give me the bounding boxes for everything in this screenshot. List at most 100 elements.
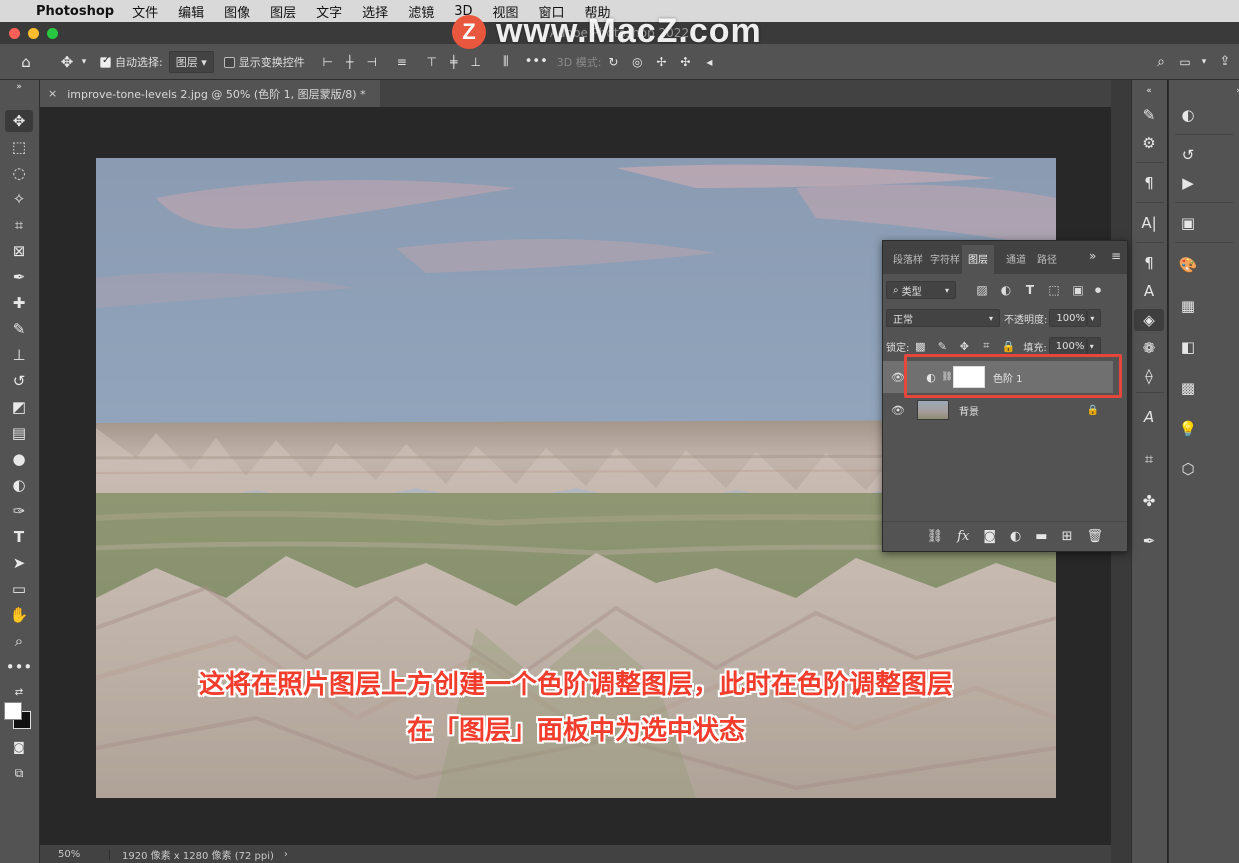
close-tab-icon[interactable]: × xyxy=(48,87,57,100)
align-hcenter-icon[interactable]: ┼ xyxy=(339,55,361,69)
tab-channels[interactable]: 通道 xyxy=(1006,251,1026,266)
filter-shape-icon[interactable]: ⬚ xyxy=(1042,283,1066,297)
gradient-icon[interactable]: ▤ xyxy=(5,422,33,444)
align-vcenter-icon[interactable]: ╪ xyxy=(443,55,465,69)
show-transform-checkbox[interactable] xyxy=(223,55,239,68)
chevron-down-icon[interactable]: ▾ xyxy=(78,57,90,67)
workspace-chevron-icon[interactable]: ▾ xyxy=(1197,57,1211,67)
visibility-eye-icon[interactable]: 👁 xyxy=(883,404,913,417)
new-group-icon[interactable]: ▬ xyxy=(1035,529,1047,544)
patterns-icon[interactable]: ▩ xyxy=(1173,377,1203,399)
more-tools-icon[interactable]: ••• xyxy=(5,656,33,678)
menu-layer[interactable]: 图层 xyxy=(270,2,296,21)
brush-tool-icon[interactable]: ✎ xyxy=(5,318,33,340)
tab-paragraph-styles[interactable]: 段落样 xyxy=(893,251,923,266)
menu-file[interactable]: 文件 xyxy=(132,2,158,21)
filter-pixel-icon[interactable]: ▨ xyxy=(970,283,994,297)
menu-app-name[interactable]: Photoshop xyxy=(36,4,114,19)
type-tool-icon[interactable]: T xyxy=(5,526,33,548)
character-icon[interactable]: A| xyxy=(1134,212,1164,234)
layer-row-background[interactable]: 👁 背景 🔒 xyxy=(883,394,1113,426)
menu-type[interactable]: 文字 xyxy=(316,2,342,21)
tab-layers[interactable]: 图层 xyxy=(962,245,994,274)
healing-brush-icon[interactable]: ✚ xyxy=(5,292,33,314)
lock-all-icon[interactable]: 🔒 xyxy=(997,340,1019,353)
share-icon[interactable]: ⇪ xyxy=(1211,54,1239,69)
plugins-icon[interactable]: ✤ xyxy=(1134,490,1164,512)
paths-icon[interactable]: ⟠ xyxy=(1134,365,1164,387)
dodge-tool-icon[interactable]: ◐ xyxy=(5,474,33,496)
menu-edit[interactable]: 编辑 xyxy=(178,2,204,21)
filter-adjustment-icon[interactable]: ◐ xyxy=(994,283,1018,297)
glyphs-icon[interactable]: A xyxy=(1134,406,1164,428)
lock-transparent-icon[interactable]: ▩ xyxy=(909,340,931,353)
new-layer-icon[interactable]: ⊞ xyxy=(1062,529,1073,544)
tab-paths[interactable]: 路径 xyxy=(1037,251,1057,266)
distribute-vertical-icon[interactable]: ⫼ xyxy=(495,54,517,69)
frame-tool-icon[interactable]: ⊠ xyxy=(5,240,33,262)
eyedropper-icon[interactable]: ✒ xyxy=(5,266,33,288)
layer-name[interactable]: 背景 xyxy=(959,403,979,418)
paragraph-icon[interactable]: ¶ xyxy=(1134,172,1164,194)
workspace-icon[interactable]: ▭ xyxy=(1173,55,1197,69)
pen-tool-icon[interactable]: ✑ xyxy=(5,500,33,522)
history-icon[interactable]: ↺ xyxy=(1173,144,1203,166)
link-layers-icon[interactable]: ⛓ xyxy=(927,529,944,544)
character-styles-icon[interactable]: A xyxy=(1134,280,1164,302)
stamp-tool-icon[interactable]: ⊥ xyxy=(5,344,33,366)
paragraph-styles-icon[interactable]: ¶ xyxy=(1134,252,1164,274)
path-select-icon[interactable]: ➤ xyxy=(5,552,33,574)
collapse-icon[interactable]: » xyxy=(5,82,33,92)
align-left-icon[interactable]: ⊢ xyxy=(317,55,339,69)
learn-icon[interactable]: 💡 xyxy=(1173,418,1203,440)
brush-settings-icon[interactable]: ✎ xyxy=(1134,104,1164,126)
auto-select-checkbox[interactable] xyxy=(100,55,115,68)
fill-chevron-icon[interactable]: ▾ xyxy=(1086,337,1101,355)
fill-input[interactable]: 100% xyxy=(1048,337,1087,355)
marquee-tool-icon[interactable]: ⬚ xyxy=(5,136,33,158)
lock-pixels-icon[interactable]: ✎ xyxy=(931,340,953,353)
zoom-level[interactable]: 50% xyxy=(40,848,110,860)
menu-image[interactable]: 图像 xyxy=(224,2,250,21)
home-icon[interactable]: ⌂ xyxy=(12,53,40,71)
add-mask-icon[interactable]: ◙ xyxy=(983,529,996,544)
screen-mode-icon[interactable]: ⧉ xyxy=(5,762,33,784)
status-chevron-icon[interactable]: › xyxy=(284,849,288,860)
3d-panel-icon[interactable]: ⬡ xyxy=(1173,458,1203,480)
adjustments-icon[interactable]: ◐ xyxy=(1173,104,1203,126)
lasso-tool-icon[interactable]: ◌ xyxy=(5,162,33,184)
trash-icon[interactable]: 🗑 xyxy=(1086,529,1103,544)
gradients-icon[interactable]: ◧ xyxy=(1173,336,1203,358)
opacity-input[interactable]: 100% xyxy=(1049,309,1088,327)
move-tool-icon[interactable]: ✥ xyxy=(5,110,33,132)
new-adjustment-icon[interactable]: ◐ xyxy=(1010,529,1021,544)
libraries-icon[interactable]: ▣ xyxy=(1173,212,1203,234)
3d-rotate-icon[interactable]: ↻ xyxy=(601,55,625,69)
zoom-tool-icon[interactable]: ⌕ xyxy=(5,630,33,652)
filter-dropdown[interactable]: ⌕ 类型 ▾ xyxy=(886,281,956,299)
crop-panel-icon[interactable]: ⌗ xyxy=(1134,448,1164,470)
filter-type-icon[interactable]: T xyxy=(1018,283,1042,297)
adjust-icon[interactable]: ⚙ xyxy=(1134,132,1164,154)
rectangle-tool-icon[interactable]: ▭ xyxy=(5,578,33,600)
align-bottom-icon[interactable]: ⊥ xyxy=(465,55,487,69)
quick-mask-icon[interactable]: ◙ xyxy=(5,736,33,758)
menu-select[interactable]: 选择 xyxy=(362,2,388,21)
filter-smart-object-icon[interactable]: ▣ xyxy=(1066,283,1090,297)
move-tool-icon[interactable]: ✥ xyxy=(56,53,78,71)
distribute-icon[interactable]: ≡ xyxy=(391,55,413,69)
lock-position-icon[interactable]: ✥ xyxy=(953,340,975,353)
foreground-color-swatch[interactable] xyxy=(4,702,22,720)
history-brush-icon[interactable]: ↺ xyxy=(5,370,33,392)
eraser-icon[interactable]: ◩ xyxy=(5,396,33,418)
search-icon[interactable]: ⌕ xyxy=(1149,54,1173,70)
3d-pan-icon[interactable]: ✢ xyxy=(649,55,673,69)
align-top-icon[interactable]: ⊤ xyxy=(421,55,443,69)
document-tab[interactable]: × improve-tone-levels 2.jpg @ 50% (色阶 1,… xyxy=(40,80,380,107)
hand-tool-icon[interactable]: ✋ xyxy=(5,604,33,626)
swap-colors-icon[interactable]: ⇄ xyxy=(5,682,33,704)
menu-filter[interactable]: 滤镜 xyxy=(408,2,434,21)
3d-slide-icon[interactable]: ✣ xyxy=(673,55,697,69)
panel-expand-icon[interactable]: » xyxy=(1089,249,1096,263)
auto-select-dropdown[interactable]: 图层 ▾ xyxy=(168,50,214,73)
